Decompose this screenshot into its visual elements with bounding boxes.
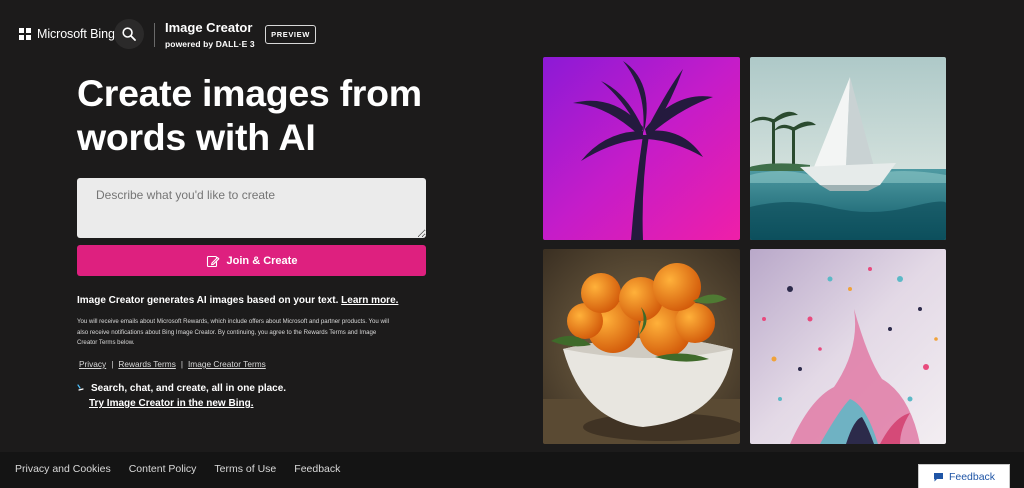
description-text: Image Creator generates AI images based … — [77, 295, 339, 306]
brand-name: Microsoft Bing — [37, 27, 115, 41]
bing-logo[interactable]: Microsoft Bing — [19, 27, 115, 41]
gallery-image-boat — [750, 57, 946, 240]
search-icon — [122, 27, 136, 41]
gallery-image-palm — [543, 57, 740, 240]
footer: Privacy and Cookies Content Policy Terms… — [0, 452, 1024, 488]
terms-separator: | — [111, 359, 114, 369]
join-create-button[interactable]: Join & Create — [77, 245, 426, 276]
image-creator-terms-link[interactable]: Image Creator Terms — [188, 359, 266, 369]
product-title-block[interactable]: Image Creator powered by DALL·E 3 — [165, 20, 255, 50]
footer-link-privacy[interactable]: Privacy and Cookies — [15, 463, 111, 475]
product-subtitle: powered by DALL·E 3 — [165, 39, 255, 49]
prompt-input[interactable] — [77, 178, 426, 238]
footer-link-content-policy[interactable]: Content Policy — [129, 463, 197, 475]
hero-title-line1: Create images from — [77, 72, 422, 114]
promo-text: Search, chat, and create, all in one pla… — [91, 383, 287, 394]
footer-links: Privacy and Cookies Content Policy Terms… — [15, 463, 340, 475]
feedback-label: Feedback — [948, 470, 996, 483]
gallery-image-oranges — [543, 249, 740, 444]
learn-more-link[interactable]: Learn more. — [341, 295, 398, 306]
try-new-bing-link[interactable]: Try Image Creator in the new Bing. — [89, 398, 253, 409]
feedback-button[interactable]: Feedback — [918, 464, 1010, 488]
create-pen-icon — [206, 255, 219, 267]
gallery-image-splash — [750, 249, 946, 444]
new-bing-promo: Search, chat, and create, all in one pla… — [77, 381, 286, 411]
join-create-label: Join & Create — [226, 254, 298, 267]
terms-separator: | — [180, 359, 183, 369]
privacy-link[interactable]: Privacy — [79, 359, 106, 369]
footer-link-terms[interactable]: Terms of Use — [214, 463, 276, 475]
terms-links: Privacy | Rewards Terms | Image Creator … — [79, 359, 266, 369]
sparkle-icon — [77, 383, 84, 391]
hero-title: Create images from words with AI — [77, 71, 457, 159]
rewards-terms-link[interactable]: Rewards Terms — [118, 359, 175, 369]
description: Image Creator generates AI images based … — [77, 295, 437, 306]
header-divider — [154, 23, 155, 47]
search-button[interactable] — [114, 19, 144, 49]
header: Microsoft Bing Image Creator powered by … — [0, 0, 1024, 60]
product-title: Image Creator — [165, 20, 253, 35]
windows-logo-icon — [19, 28, 31, 40]
fine-print: You will receive emails about Microsoft … — [77, 318, 389, 346]
feedback-icon — [933, 472, 943, 481]
preview-badge: PREVIEW — [265, 25, 316, 44]
footer-link-feedback[interactable]: Feedback — [294, 463, 340, 475]
hero-title-line2: words with AI — [77, 116, 316, 158]
